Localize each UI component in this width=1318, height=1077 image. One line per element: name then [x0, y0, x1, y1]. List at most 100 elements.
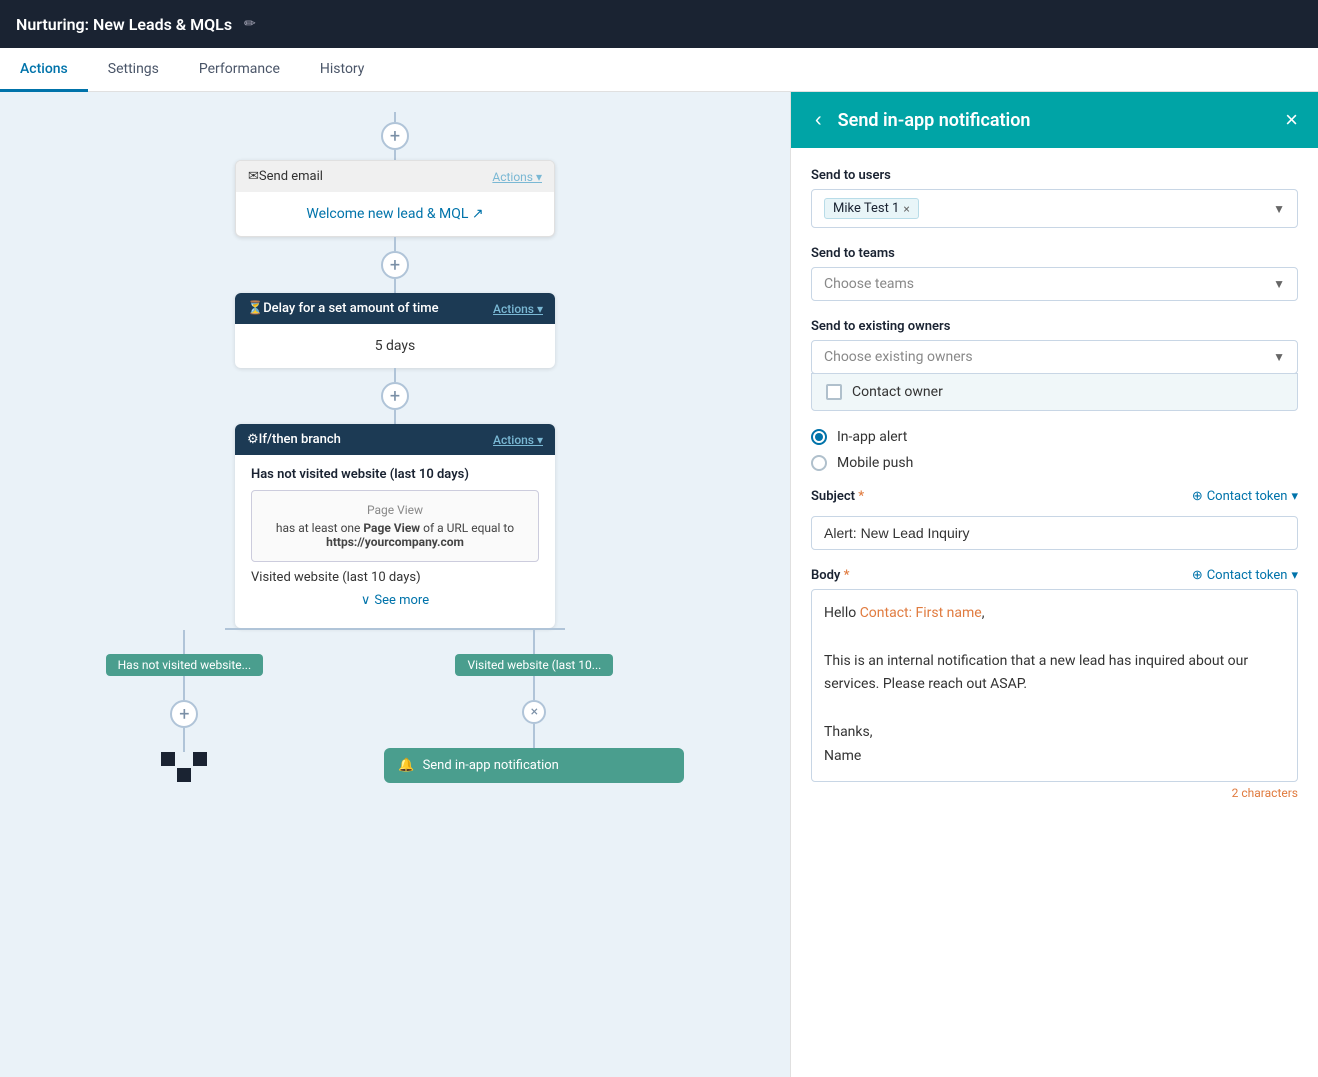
branch-body: Has not visited website (last 10 days) P… [235, 455, 555, 628]
panel-header: ‹ Send in-app notification × [791, 92, 1318, 148]
nav-tabs: Actions Settings Performance History [0, 48, 790, 92]
owners-dropdown-arrow: ▼ [1273, 350, 1285, 364]
subject-input[interactable] [811, 516, 1298, 550]
remove-right-path-btn[interactable]: × [522, 700, 546, 724]
send-email-body: Welcome new lead & MQL ↗ [236, 192, 554, 236]
send-to-owners-label: Send to existing owners [811, 319, 1298, 334]
branch-icon: ⚙ [247, 432, 259, 447]
tab-history[interactable]: History [300, 49, 385, 92]
send-to-teams-select[interactable]: Choose teams ▼ [811, 267, 1298, 301]
user-tag-remove-btn[interactable]: × [903, 202, 909, 216]
panel-close-btn[interactable]: × [1285, 107, 1298, 133]
send-to-teams-group: Send to teams Choose teams ▼ [811, 246, 1298, 301]
user-tag: Mike Test 1 × [824, 198, 919, 219]
contact-owner-option[interactable]: Contact owner [812, 374, 1297, 410]
check-5 [177, 768, 191, 782]
branch-header: ⚙ If/then branch Actions ▾ [235, 424, 555, 455]
filter-detail-1: has at least one [276, 521, 360, 535]
body-paragraph: This is an internal notification that a … [824, 653, 1248, 693]
branch-label-left: Has not visited website... [106, 654, 264, 676]
char-count: 2 characters [811, 786, 1298, 800]
delay-body: 5 days [235, 324, 555, 368]
check-6 [193, 768, 207, 782]
branch-path-right: Visited website (last 10... × 🔔 Send in-… [384, 630, 684, 783]
in-app-alert-option[interactable]: In-app alert [811, 429, 1298, 445]
branch-left-conn2 [183, 676, 185, 700]
delay-header: ⏳ Delay for a set amount of time Actions… [235, 293, 555, 324]
body-contact-name: Contact: First name [860, 605, 982, 621]
add-step-btn-top[interactable]: + [381, 122, 409, 150]
send-to-teams-label: Send to teams [811, 246, 1298, 261]
mobile-push-radio[interactable] [811, 455, 827, 471]
body-contact-token-btn[interactable]: ⊕ Contact token ▾ [1192, 568, 1298, 583]
branch-path-left: Has not visited website... + [106, 630, 264, 783]
branch-node: ⚙ If/then branch Actions ▾ Has not visit… [235, 424, 555, 628]
body-thanks: Thanks, [824, 724, 873, 740]
check-4 [161, 768, 175, 782]
connector-after-add [394, 150, 396, 160]
tab-actions[interactable]: Actions [0, 49, 88, 92]
email-link[interactable]: Welcome new lead & MQL ↗ [252, 206, 538, 222]
connector-1 [394, 237, 396, 251]
choose-owners-placeholder: Choose existing owners [824, 349, 973, 365]
branch-filter-box: Page View has at least one Page View of … [251, 490, 539, 562]
users-dropdown-arrow: ▼ [1273, 202, 1285, 216]
panel-header-left: ‹ Send in-app notification [811, 105, 1030, 136]
body-hello: Hello [824, 605, 860, 621]
branch-condition: Has not visited website (last 10 days) [251, 467, 539, 482]
send-email-actions-btn[interactable]: Actions ▾ [492, 170, 542, 184]
tab-performance[interactable]: Performance [179, 49, 300, 92]
workflow-container: + ✉ Send email Actions ▾ Welcome new lea… [0, 92, 790, 1077]
branch-label-right: Visited website (last 10... [455, 654, 613, 676]
delay-node: ⏳ Delay for a set amount of time Actions… [235, 293, 555, 368]
in-app-alert-label: In-app alert [837, 429, 907, 445]
add-left-path-btn[interactable]: + [170, 700, 198, 728]
panel-back-btn[interactable]: ‹ [811, 105, 826, 136]
contact-owner-checkbox[interactable] [826, 384, 842, 400]
user-tags: Mike Test 1 × [824, 198, 919, 219]
in-app-alert-radio[interactable] [811, 429, 827, 445]
send-email-node: ✉ Send email Actions ▾ Welcome new lead … [235, 160, 555, 237]
user-tag-label: Mike Test 1 [833, 201, 899, 216]
send-email-icon: ✉ [248, 169, 259, 184]
teams-dropdown-arrow: ▼ [1273, 277, 1285, 291]
subject-group: Subject * ⊕ Contact token ▾ [811, 489, 1298, 550]
send-email-header: ✉ Send email Actions ▾ [236, 161, 554, 192]
canvas-area: + ✉ Send email Actions ▾ Welcome new lea… [0, 92, 790, 1077]
body-comma: , [982, 605, 985, 621]
contact-owner-label: Contact owner [852, 384, 943, 400]
edit-title-icon[interactable]: ✏ [244, 16, 256, 32]
delay-actions-btn[interactable]: Actions ▾ [493, 302, 543, 316]
send-to-owners-select[interactable]: Choose existing owners ▼ [811, 340, 1298, 374]
body-group: Body * ⊕ Contact token ▾ Hello Contact: … [811, 568, 1298, 800]
add-step-btn-1[interactable]: + [381, 251, 409, 279]
checkerboard [161, 752, 207, 782]
connector-top [394, 112, 396, 122]
connector-4 [394, 410, 396, 424]
visited-label: Visited website (last 10 days) [251, 570, 539, 585]
notification-node: 🔔 Send in-app notification [384, 748, 684, 783]
add-step-btn-2[interactable]: + [381, 382, 409, 410]
body-name: Name [824, 748, 861, 764]
send-to-owners-group: Send to existing owners Choose existing … [811, 319, 1298, 411]
check-2 [177, 752, 191, 766]
branch-actions-btn[interactable]: Actions ▾ [493, 433, 543, 447]
branch-right-conn3 [533, 724, 535, 748]
subject-header-row: Subject * ⊕ Contact token ▾ [811, 489, 1298, 504]
panel-title: Send in-app notification [838, 110, 1031, 131]
connector-3 [394, 368, 396, 382]
branch-left-connector [183, 630, 185, 654]
filter-bold: Page View [363, 521, 420, 535]
mobile-push-option[interactable]: Mobile push [811, 455, 1298, 471]
tab-settings[interactable]: Settings [88, 49, 179, 92]
see-more-btn[interactable]: ∨ See more [251, 585, 539, 616]
filter-detail: has at least one Page View of a URL equa… [264, 521, 526, 549]
send-to-users-select[interactable]: Mike Test 1 × ▼ [811, 189, 1298, 228]
subject-contact-token-btn[interactable]: ⊕ Contact token ▾ [1192, 489, 1298, 504]
workflow-title: Nurturing: New Leads & MQLs [16, 15, 232, 34]
owners-dropdown-options: Contact owner [811, 373, 1298, 411]
body-content[interactable]: Hello Contact: First name, This is an in… [811, 589, 1298, 782]
branch-right-conn2 [533, 676, 535, 700]
branch-paths-area: Has not visited website... + [45, 628, 745, 783]
filter-title: Page View [264, 503, 526, 517]
